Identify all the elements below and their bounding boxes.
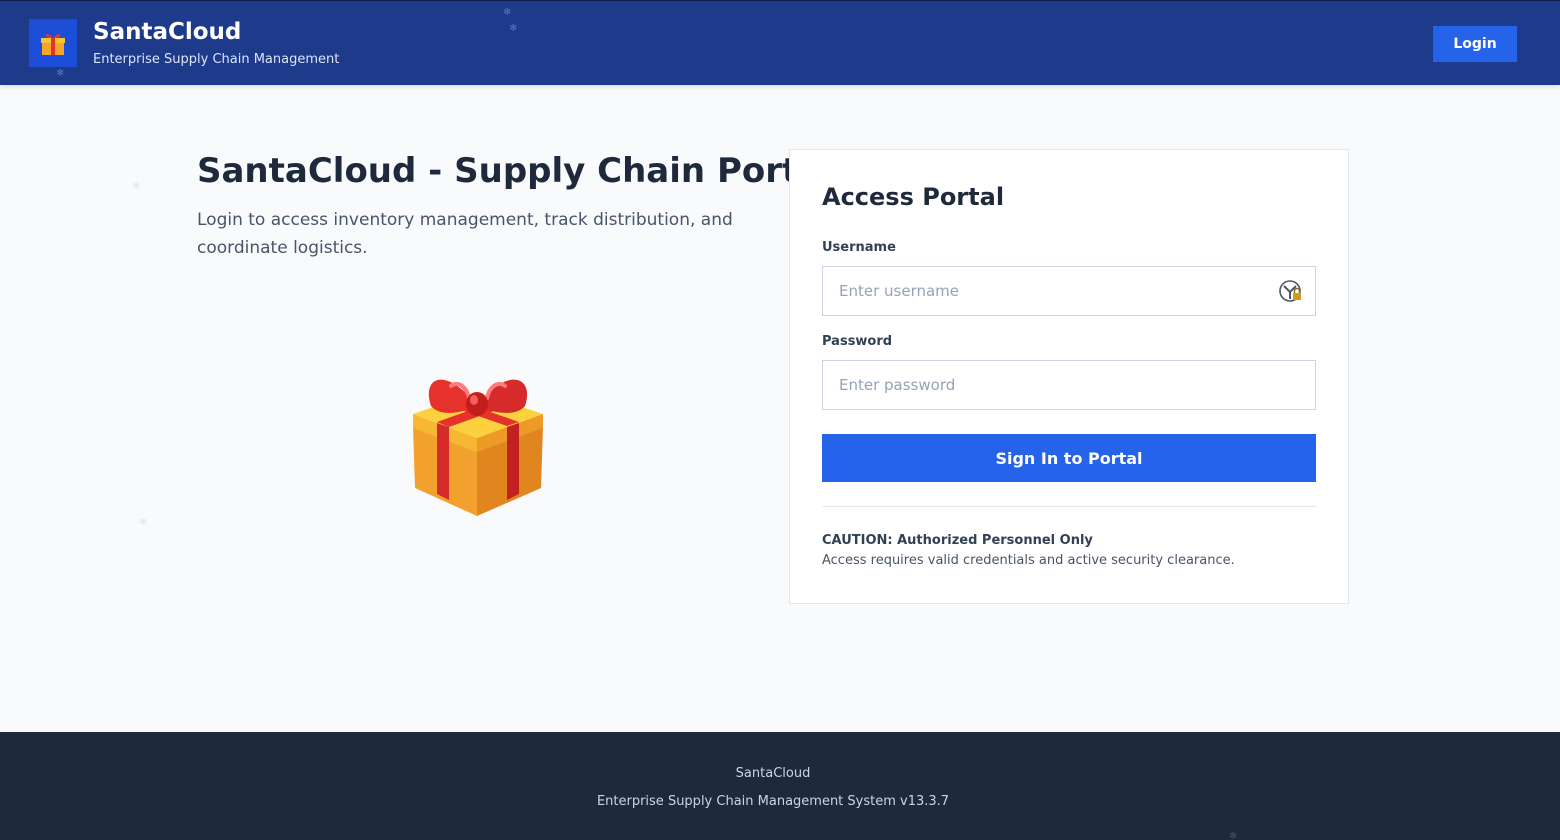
password-manager-icon[interactable] xyxy=(1279,279,1303,303)
password-input[interactable] xyxy=(822,360,1316,410)
gift-icon xyxy=(413,379,543,516)
snowflake-icon: ❄ xyxy=(503,7,512,18)
snowflake-icon: ❄ xyxy=(139,517,148,528)
snowflake-icon: ❄ xyxy=(1229,831,1238,840)
password-label: Password xyxy=(822,334,893,349)
footer: SantaCloud Enterprise Supply Chain Manag… xyxy=(0,732,1560,840)
sign-in-button[interactable]: Sign In to Portal xyxy=(822,434,1316,482)
top-navbar: SantaCloud Enterprise Supply Chain Manag… xyxy=(0,0,1560,85)
username-label: Username xyxy=(822,240,896,255)
divider xyxy=(822,506,1316,507)
caution-text: Access requires valid credentials and ac… xyxy=(822,553,1235,568)
gift-icon xyxy=(41,34,65,55)
card-title: Access Portal xyxy=(822,183,1005,211)
caution-title: CAUTION: Authorized Personnel Only xyxy=(822,533,1093,548)
footer-system-version: Enterprise Supply Chain Management Syste… xyxy=(596,794,950,809)
login-card: Access Portal Username Password Sign In … xyxy=(789,149,1349,604)
page-title: SantaCloud - Supply Chain Portal xyxy=(197,151,833,191)
brand-subtitle: Enterprise Supply Chain Management xyxy=(93,52,340,67)
page-description: Login to access inventory management, tr… xyxy=(197,210,733,258)
username-input[interactable] xyxy=(822,266,1316,316)
header-login-button[interactable]: Login xyxy=(1433,26,1517,62)
snowflake-icon: ❄ xyxy=(132,181,141,192)
brand-title: SantaCloud xyxy=(93,19,242,45)
logo[interactable] xyxy=(29,19,77,67)
footer-brand: SantaCloud xyxy=(735,766,811,781)
snowflake-icon: ❄ xyxy=(56,68,65,79)
snowflake-icon: ❄ xyxy=(509,23,518,34)
